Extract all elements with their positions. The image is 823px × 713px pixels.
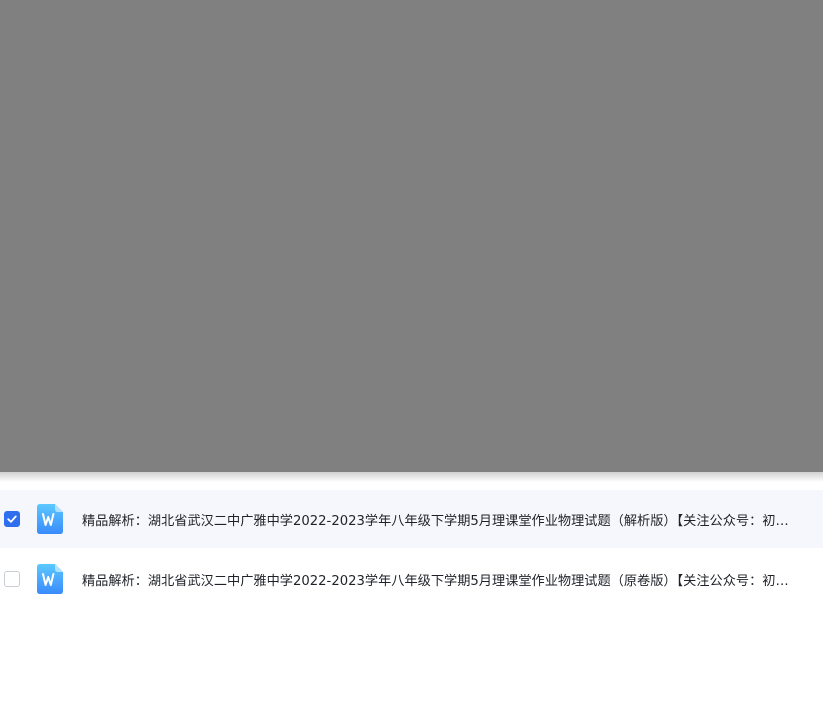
- word-doc-icon: [37, 504, 63, 534]
- file-list: 精品解析：湖北省武汉二中广雅中学2022-2023学年八年级下学期5月理课堂作业…: [0, 490, 823, 608]
- file-checkbox[interactable]: [4, 571, 20, 587]
- file-checkbox[interactable]: [4, 511, 20, 527]
- file-name[interactable]: 精品解析：湖北省武汉二中广雅中学2022-2023学年八年级下学期5月理课堂作业…: [82, 570, 794, 589]
- sheet-shadow: [0, 472, 823, 482]
- file-name[interactable]: 精品解析：湖北省武汉二中广雅中学2022-2023学年八年级下学期5月理课堂作业…: [82, 510, 794, 529]
- file-row[interactable]: 精品解析：湖北省武汉二中广雅中学2022-2023学年八年级下学期5月理课堂作业…: [0, 490, 823, 548]
- file-row[interactable]: 精品解析：湖北省武汉二中广雅中学2022-2023学年八年级下学期5月理课堂作业…: [0, 550, 823, 608]
- word-doc-icon: [37, 564, 63, 594]
- checkmark-icon: [7, 515, 17, 523]
- modal-overlay[interactable]: [0, 0, 823, 472]
